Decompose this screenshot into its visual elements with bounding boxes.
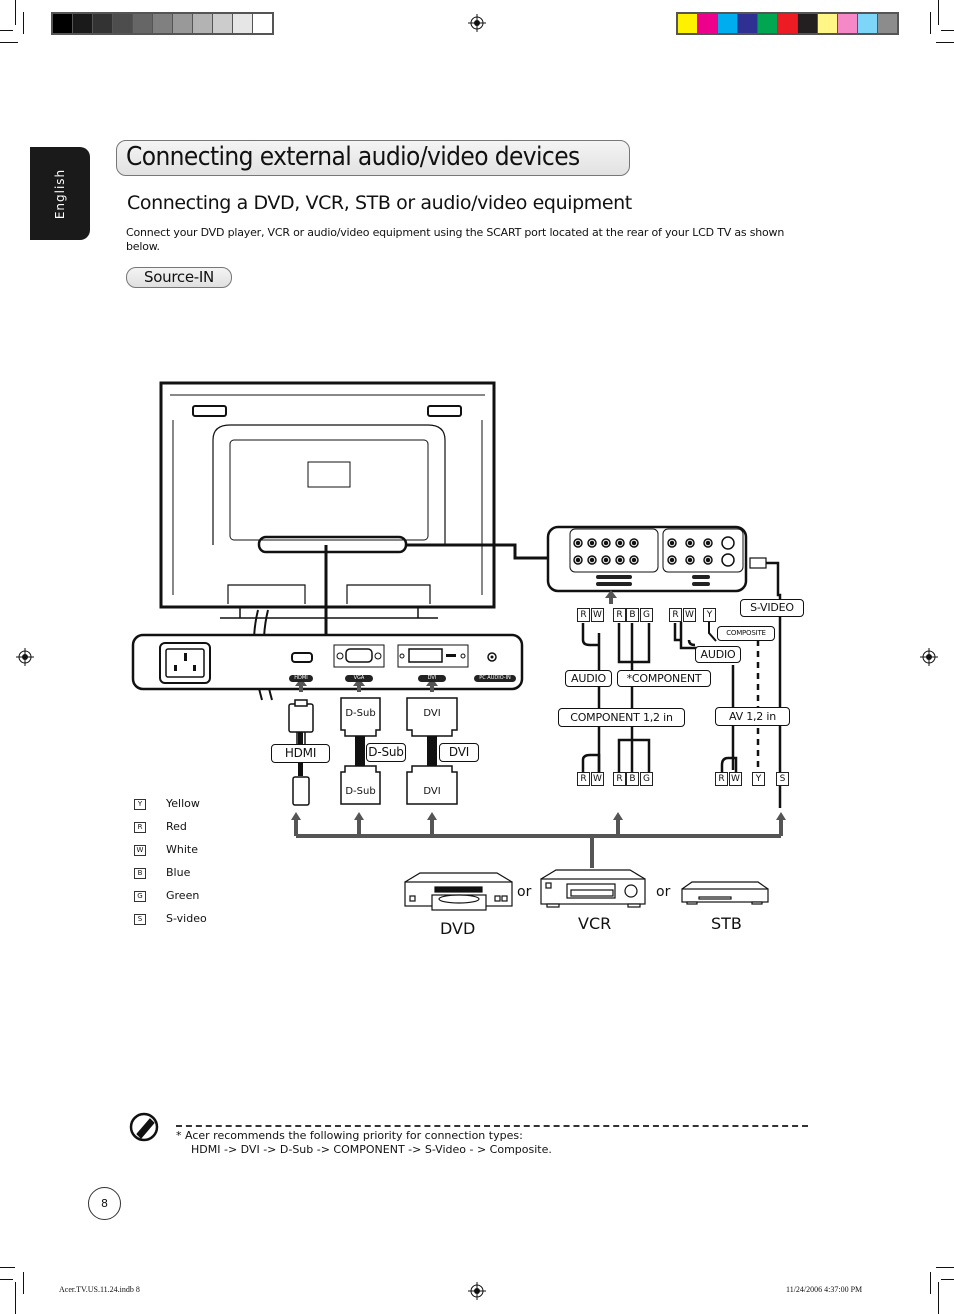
rca-plug: B (626, 772, 639, 786)
rca-plug: Y (703, 608, 716, 622)
rca-plug: S (776, 772, 789, 786)
rca-plug: W (729, 772, 742, 786)
port-tag-vga: VGA (345, 675, 373, 682)
plug-icon: G (128, 890, 150, 902)
rca-plug: R (613, 608, 626, 622)
plug-code: W (134, 844, 146, 856)
note-line-1: * Acer recommends the following priority… (176, 1129, 523, 1142)
dvi-top-label: DVI (423, 708, 441, 719)
plug-code: B (134, 867, 146, 879)
plug-icon: R (128, 821, 150, 833)
legend-item: R Red (128, 820, 187, 833)
slug-file: Acer.TV.US.11.24.indb 8 (59, 1285, 140, 1294)
priority-note: * Acer recommends the following priority… (176, 1129, 552, 1157)
legend-label: Green (166, 889, 200, 902)
legend-label: Yellow (166, 797, 200, 810)
rca-plug: W (591, 772, 604, 786)
dsub-bottom-label: D-Sub (345, 786, 376, 797)
dvi-bottom-label: DVI (423, 786, 441, 797)
plug-icon: Y (128, 798, 150, 810)
rca-plug: G (640, 772, 653, 786)
stb-icon (681, 881, 769, 905)
slug-timestamp: 11/24/2006 4:37:00 PM (786, 1285, 863, 1294)
component-in-label: COMPONENT 1,2 in (558, 708, 685, 727)
vcr-icon (540, 869, 646, 908)
component-label: *COMPONENT (617, 670, 711, 687)
legend-label: S-video (166, 912, 207, 925)
audio-av-label: AUDIO (695, 646, 741, 663)
port-tag-pc-audio: PC AUDIO-IN (474, 675, 516, 682)
legend-label: White (166, 843, 198, 856)
device-label-vcr: VCR (578, 914, 612, 933)
rca-plug: R (613, 772, 626, 786)
plug-icon: S (128, 913, 150, 925)
rca-plug: Y (752, 772, 765, 786)
dsub-cable-label: D-Sub (366, 743, 406, 762)
port-tag-dvi: DVI (418, 675, 446, 682)
plug-code: Y (134, 798, 146, 810)
dvd-player-icon (404, 872, 513, 911)
plug-icon: W (128, 844, 150, 856)
legend-item: Y Yellow (128, 797, 200, 810)
plug-icon: B (128, 867, 150, 879)
rca-plug: G (640, 608, 653, 622)
audio-component-label: AUDIO (565, 670, 612, 687)
rca-plug: R (577, 608, 590, 622)
legend-item: W White (128, 843, 198, 856)
legend-label: Blue (166, 866, 191, 879)
legend-item: G Green (128, 889, 199, 902)
device-label-stb: STB (711, 914, 742, 933)
note-divider (176, 1125, 808, 1127)
composite-label: COMPOSITE (717, 626, 775, 641)
connection-diagram (129, 381, 786, 1142)
legend-item: B Blue (128, 866, 190, 879)
note-line-2: HDMI -> DVI -> D-Sub -> COMPONENT -> S-V… (191, 1143, 552, 1156)
or-text: or (517, 884, 532, 900)
dsub-top-label: D-Sub (345, 708, 376, 719)
dvi-cable-label: DVI (439, 743, 479, 762)
legend-label: Red (166, 820, 187, 833)
rca-plug: W (591, 608, 604, 622)
plug-code: R (134, 821, 146, 833)
svideo-label: S-VIDEO (740, 599, 804, 617)
rca-plug: W (683, 608, 696, 622)
hdmi-cable-label: HDMI (271, 744, 330, 763)
note-pencil-icon (129, 1112, 159, 1142)
page-number: 8 (88, 1187, 121, 1220)
av-in-label: AV 1,2 in (715, 707, 790, 726)
rca-plug: R (577, 772, 590, 786)
or-text: or (656, 884, 671, 900)
port-tag-hdmi: HDMI (289, 675, 313, 682)
plug-code: S (134, 913, 146, 925)
legend-item: S S-video (128, 912, 207, 925)
rca-plug: R (715, 772, 728, 786)
rca-plug: B (626, 608, 639, 622)
plug-code: G (134, 890, 146, 902)
rca-plug: R (669, 608, 682, 622)
device-label-dvd: DVD (440, 919, 476, 938)
